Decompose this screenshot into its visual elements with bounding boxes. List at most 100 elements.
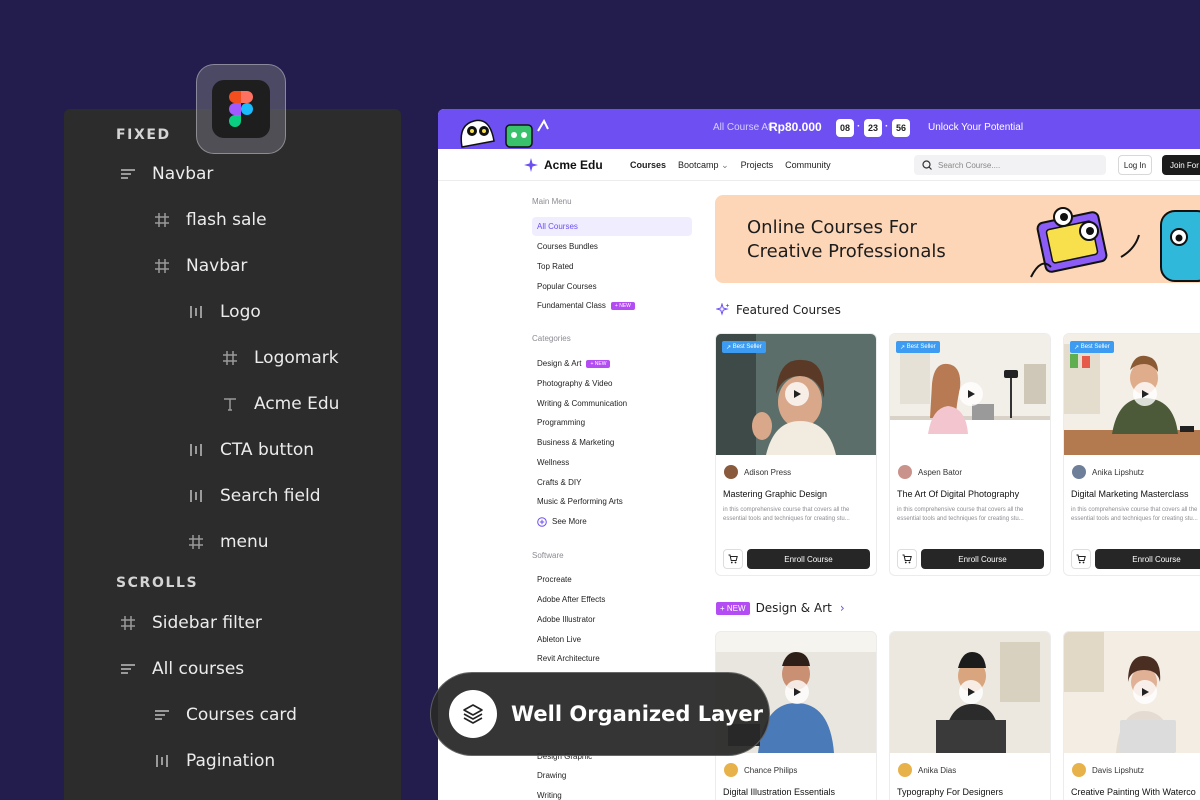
nav-links: Courses Bootcamp ⌄ Projects Community xyxy=(630,160,831,171)
course-title[interactable]: Creative Painting With Waterco xyxy=(1071,787,1196,797)
layer-cta-button[interactable]: CTA button xyxy=(186,435,314,465)
layer-logomark[interactable]: Logomark xyxy=(220,343,339,373)
sidebar-item-procreate[interactable]: Procreate xyxy=(532,570,692,589)
sidebar-item-all-courses[interactable]: All Courses xyxy=(532,217,692,236)
sidebar-item-design-art[interactable]: Design & Art + NEW xyxy=(532,354,692,373)
sidebar-item-crafts[interactable]: Crafts & DIY xyxy=(532,473,692,492)
new-badge: + NEW xyxy=(586,359,611,368)
author-name: Aspen Bator xyxy=(918,467,963,477)
course-author: Anika Dias xyxy=(898,763,956,777)
sidebar-item-illustrator[interactable]: Adobe Illustrator xyxy=(532,610,692,629)
sidebar-item-popular-courses[interactable]: Popular Courses xyxy=(532,277,692,296)
layer-menu[interactable]: menu xyxy=(186,527,269,557)
add-to-cart-button[interactable] xyxy=(897,549,917,569)
design-art-heading[interactable]: + NEW Design & Art › xyxy=(716,601,845,615)
best-seller-badge: ↗ Best Seller xyxy=(896,341,940,353)
avatar xyxy=(724,465,738,479)
course-card[interactable]: ↗ Best Seller Aspen Bator The Art Of Dig… xyxy=(889,333,1051,576)
sidebar-item-writing[interactable]: Writing & Communication xyxy=(532,394,692,413)
play-icon xyxy=(794,390,801,398)
course-description: in this comprehensive course that covers… xyxy=(897,507,1024,522)
sidebar-item-drawing[interactable]: Drawing xyxy=(532,766,692,785)
search-input[interactable]: Search Course.... xyxy=(914,155,1106,175)
layer-acme-edu-text[interactable]: Acme Edu xyxy=(220,389,339,419)
layer-label: CTA button xyxy=(220,440,315,460)
avatar xyxy=(724,763,738,777)
course-title[interactable]: Digital Marketing Masterclass xyxy=(1071,489,1189,499)
play-icon xyxy=(1142,390,1149,398)
featured-courses-heading: Featured Courses xyxy=(716,303,841,317)
layer-label: Logo xyxy=(220,302,261,322)
add-to-cart-button[interactable] xyxy=(723,549,743,569)
course-description: in this comprehensive course that covers… xyxy=(723,507,850,522)
sidebar-item-writing-bottom[interactable]: Writing xyxy=(532,786,692,800)
auto-layout-horizontal-icon xyxy=(186,302,206,322)
sidebar-item-business[interactable]: Business & Marketing xyxy=(532,433,692,452)
login-button[interactable]: Log In xyxy=(1118,155,1152,175)
layer-navbar-frame[interactable]: Navbar xyxy=(152,251,247,281)
layer-pagination[interactable]: Pagination xyxy=(152,746,275,776)
enroll-button[interactable]: Enroll Course xyxy=(921,549,1044,569)
play-button[interactable] xyxy=(785,382,809,406)
course-card[interactable]: ↗ Best Seller Anika Lipshutz Digital Mar… xyxy=(1063,333,1200,576)
author-name: Anika Lipshutz xyxy=(1092,467,1145,477)
play-button[interactable] xyxy=(959,382,983,406)
flash-sale-text: All Course At xyxy=(713,122,771,133)
design-art-title: Design & Art xyxy=(755,601,832,615)
see-more-link[interactable]: See More xyxy=(532,512,692,531)
layer-courses-card[interactable]: Courses card xyxy=(152,700,297,730)
sidebar-item-after-effects[interactable]: Adobe After Effects xyxy=(532,590,692,609)
layer-logo[interactable]: Logo xyxy=(186,297,261,327)
sidebar-item-programming[interactable]: Programming xyxy=(532,413,692,432)
nav-link-community[interactable]: Community xyxy=(785,160,831,171)
sidebar-item-revit[interactable]: Revit Architecture xyxy=(532,649,692,668)
sidebar-item-courses-bundles[interactable]: Courses Bundles xyxy=(532,237,692,256)
play-button[interactable] xyxy=(1133,382,1157,406)
hero-mascot-illustration-icon xyxy=(1030,207,1200,282)
layer-sidebar-filter[interactable]: Sidebar filter xyxy=(118,608,262,638)
layer-label: Logomark xyxy=(254,348,339,368)
course-title[interactable]: Mastering Graphic Design xyxy=(723,489,827,499)
course-image xyxy=(1064,632,1200,753)
timer-hours: 08 xyxy=(836,119,854,137)
layer-label: Pagination xyxy=(186,751,276,771)
course-title[interactable]: Digital Illustration Essentials xyxy=(723,787,835,797)
sidebar-item-ableton[interactable]: Ableton Live xyxy=(532,630,692,649)
author-name: Anika Dias xyxy=(918,765,957,775)
layer-search-field[interactable]: Search field xyxy=(186,481,321,511)
auto-layout-horizontal-icon xyxy=(186,486,206,506)
hero-title-line1: Online Courses For xyxy=(747,217,917,238)
play-button[interactable] xyxy=(1133,680,1157,704)
add-to-cart-button[interactable] xyxy=(1071,549,1091,569)
sidebar-item-wellness[interactable]: Wellness xyxy=(532,453,692,472)
nav-link-bootcamp[interactable]: Bootcamp ⌄ xyxy=(678,160,729,171)
course-title[interactable]: The Art Of Digital Photography xyxy=(897,489,1019,499)
nav-link-projects[interactable]: Projects xyxy=(741,160,774,171)
course-card[interactable]: Anika Dias Typography For Designers xyxy=(889,631,1051,800)
main-menu-title: Main Menu xyxy=(532,197,572,206)
chevron-right-icon: › xyxy=(839,601,845,615)
sidebar-item-music[interactable]: Music & Performing Arts xyxy=(532,492,692,511)
sidebar-item-photography[interactable]: Photography & Video xyxy=(532,374,692,393)
course-author: Aspen Bator xyxy=(898,465,962,479)
sidebar-item-label: Fundamental Class xyxy=(537,301,606,310)
sidebar-item-fundamental-class[interactable]: Fundamental Class + NEW xyxy=(532,296,692,315)
timer-minutes: 23 xyxy=(864,119,882,137)
play-button[interactable] xyxy=(785,680,809,704)
layer-navbar[interactable]: Navbar xyxy=(118,159,213,189)
nav-link-courses[interactable]: Courses xyxy=(630,160,666,171)
course-title[interactable]: Typography For Designers xyxy=(897,787,1003,797)
course-card[interactable]: ↗ Best Seller Adison Press Mastering Gra… xyxy=(715,333,877,576)
site-logo[interactable]: Acme Edu xyxy=(524,158,603,172)
join-button[interactable]: Join For xyxy=(1162,155,1200,175)
enroll-button[interactable]: Enroll Course xyxy=(747,549,870,569)
layer-flash-sale[interactable]: flash sale xyxy=(152,205,267,235)
course-card[interactable]: Davis Lipshutz Creative Painting With Wa… xyxy=(1063,631,1200,800)
layer-all-courses[interactable]: All courses xyxy=(118,654,244,684)
badge-label: Best Seller xyxy=(906,344,936,350)
enroll-button[interactable]: Enroll Course xyxy=(1095,549,1200,569)
play-button[interactable] xyxy=(959,680,983,704)
cart-icon xyxy=(728,554,738,564)
sidebar-item-top-rated[interactable]: Top Rated xyxy=(532,257,692,276)
frame-icon xyxy=(118,613,138,633)
